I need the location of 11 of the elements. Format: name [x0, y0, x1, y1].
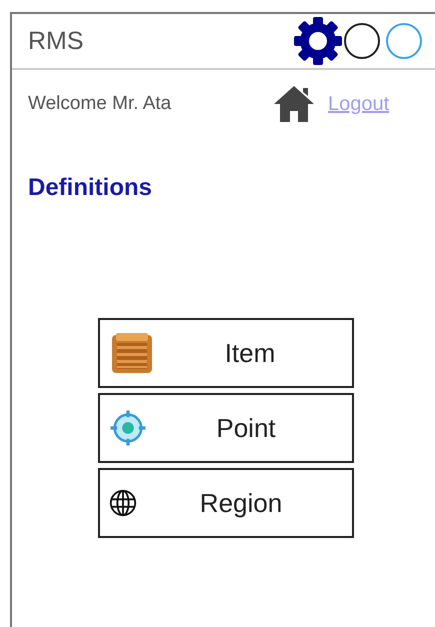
- section-title: Definitions: [28, 174, 153, 202]
- settings-icon[interactable]: [292, 15, 344, 67]
- welcome-text: Welcome Mr. Ata: [28, 93, 172, 115]
- target-icon: [108, 408, 148, 448]
- globe-icon: [108, 488, 138, 518]
- definition-button[interactable]: Item: [98, 318, 354, 388]
- circle-button[interactable]: [344, 23, 380, 59]
- app-title: RMS: [28, 26, 85, 56]
- definition-button[interactable]: Point: [98, 393, 354, 463]
- home-icon[interactable]: [272, 84, 316, 124]
- definition-button[interactable]: Region: [98, 468, 354, 538]
